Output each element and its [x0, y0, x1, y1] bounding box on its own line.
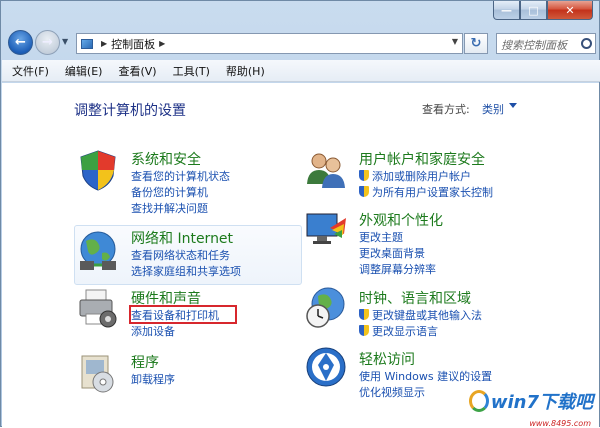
category-programs: 程序 卸载程序 — [131, 352, 175, 388]
close-button[interactable]: ✕ — [547, 1, 593, 20]
page-title: 调整计算机的设置 — [74, 103, 186, 119]
user-accounts-icon[interactable] — [304, 148, 348, 192]
link-backup-computer[interactable]: 备份您的计算机 — [131, 185, 230, 201]
link-change-desktop-background[interactable]: 更改桌面背景 — [359, 246, 443, 262]
close-icon: ✕ — [565, 3, 575, 17]
back-button[interactable]: ← — [8, 30, 33, 55]
view-by-dropdown-icon[interactable] — [509, 103, 517, 108]
forward-arrow-icon: → — [42, 35, 53, 50]
link-view-computer-status[interactable]: 查看您的计算机状态 — [131, 169, 230, 185]
watermark-text: win7下载吧 — [490, 392, 593, 413]
category-title-ease-of-access[interactable]: 轻松访问 — [359, 349, 492, 369]
category-clock-language: 时钟、语言和区域 更改键盘或其他输入法 更改显示语言 — [359, 288, 482, 340]
link-parental-controls[interactable]: 为所有用户设置家长控制 — [359, 185, 493, 201]
link-change-display-language-label: 更改显示语言 — [372, 325, 438, 338]
back-arrow-icon: ← — [15, 35, 26, 50]
search-input[interactable]: 搜索控制面板 — [496, 33, 596, 54]
forward-button[interactable]: → — [35, 30, 60, 55]
category-user-accounts: 用户帐户和家庭安全 添加或删除用户帐户 为所有用户设置家长控制 — [359, 149, 493, 201]
category-title-appearance[interactable]: 外观和个性化 — [359, 210, 443, 230]
link-change-keyboard[interactable]: 更改键盘或其他输入法 — [359, 308, 482, 324]
watermark-logo: win7下载吧 — [468, 388, 593, 414]
refresh-button[interactable]: ↻ — [464, 33, 488, 54]
clock-globe-icon[interactable] — [304, 286, 348, 330]
address-bar[interactable]: ▶ 控制面板 ▶ ▼ — [76, 33, 463, 54]
menu-tools[interactable]: 工具(T) — [167, 63, 216, 79]
minimize-button[interactable]: — — [493, 1, 520, 20]
maximize-icon: □ — [528, 3, 539, 17]
window: — □ ✕ ← → ▼ ▶ 控制面板 ▶ ▼ ↻ 搜索控制面板 文件(F) 编辑… — [0, 0, 600, 428]
link-adjust-resolution[interactable]: 调整屏幕分辨率 — [359, 262, 443, 278]
ease-of-access-icon[interactable] — [304, 345, 348, 389]
refresh-icon: ↻ — [470, 36, 482, 51]
control-panel-icon — [77, 34, 97, 53]
category-appearance: 外观和个性化 更改主题 更改桌面背景 调整屏幕分辨率 — [359, 210, 443, 278]
menu-file[interactable]: 文件(F) — [6, 63, 55, 79]
network-globe-icon[interactable] — [76, 229, 120, 273]
caption-buttons: — □ ✕ — [493, 1, 593, 20]
system-security-icon[interactable] — [76, 148, 120, 192]
menu-edit[interactable]: 编辑(E) — [59, 63, 109, 79]
highlight-annotation-box — [129, 305, 237, 324]
menu-view[interactable]: 查看(V) — [112, 63, 162, 79]
breadcrumb-control-panel[interactable]: 控制面板 — [111, 36, 155, 52]
menu-help[interactable]: 帮助(H) — [220, 63, 271, 79]
link-windows-suggested-settings[interactable]: 使用 Windows 建议的设置 — [359, 369, 492, 385]
minimize-icon: — — [501, 3, 512, 17]
search-placeholder: 搜索控制面板 — [501, 39, 567, 52]
link-find-fix-problems[interactable]: 查找并解决问题 — [131, 201, 230, 217]
watermark-swoosh-icon — [468, 390, 489, 412]
uac-shield-icon — [359, 309, 369, 320]
link-uninstall-program[interactable]: 卸载程序 — [131, 372, 175, 388]
category-title-programs[interactable]: 程序 — [131, 352, 175, 372]
menu-bar: 文件(F) 编辑(E) 查看(V) 工具(T) 帮助(H) — [2, 60, 600, 82]
link-add-remove-users-label: 添加或删除用户帐户 — [372, 170, 471, 183]
category-system-security: 系统和安全 查看您的计算机状态 备份您的计算机 查找并解决问题 — [131, 149, 230, 217]
category-title-clock-language[interactable]: 时钟、语言和区域 — [359, 288, 482, 308]
breadcrumb-arrow-icon[interactable]: ▶ — [101, 39, 107, 48]
navigation-bar: ← → ▼ ▶ 控制面板 ▶ ▼ ↻ 搜索控制面板 — [1, 28, 600, 58]
category-network: 网络和 Internet 查看网络状态和任务 选择家庭组和共享选项 — [131, 228, 241, 280]
link-view-network-status[interactable]: 查看网络状态和任务 — [131, 248, 241, 264]
search-icon[interactable] — [581, 38, 592, 49]
programs-icon[interactable] — [76, 350, 120, 394]
appearance-icon[interactable] — [304, 208, 348, 252]
category-title-network[interactable]: 网络和 Internet — [131, 228, 241, 248]
printer-icon[interactable] — [76, 286, 120, 330]
link-change-display-language[interactable]: 更改显示语言 — [359, 324, 482, 340]
link-homegroup-sharing[interactable]: 选择家庭组和共享选项 — [131, 264, 241, 280]
maximize-button[interactable]: □ — [520, 1, 547, 20]
link-add-remove-users[interactable]: 添加或删除用户帐户 — [359, 169, 493, 185]
breadcrumb-arrow-icon[interactable]: ▶ — [159, 39, 165, 48]
view-by-label: 查看方式: — [422, 103, 470, 116]
content-area: 调整计算机的设置 查看方式: 类别 系统和安全 查看您的计算机状态 备份您的计算… — [2, 83, 599, 428]
link-parental-controls-label: 为所有用户设置家长控制 — [372, 186, 493, 199]
history-dropdown-icon[interactable]: ▼ — [62, 37, 68, 46]
uac-shield-icon — [359, 186, 369, 197]
address-dropdown-icon[interactable]: ▼ — [452, 37, 458, 46]
view-by-dropdown[interactable]: 类别 — [482, 101, 504, 117]
uac-shield-icon — [359, 170, 369, 181]
link-change-keyboard-label: 更改键盘或其他输入法 — [372, 309, 482, 322]
category-title-system-security[interactable]: 系统和安全 — [131, 149, 230, 169]
link-change-theme[interactable]: 更改主题 — [359, 230, 443, 246]
uac-shield-icon — [359, 325, 369, 336]
link-add-device[interactable]: 添加设备 — [131, 324, 219, 340]
category-title-user-accounts[interactable]: 用户帐户和家庭安全 — [359, 149, 493, 169]
